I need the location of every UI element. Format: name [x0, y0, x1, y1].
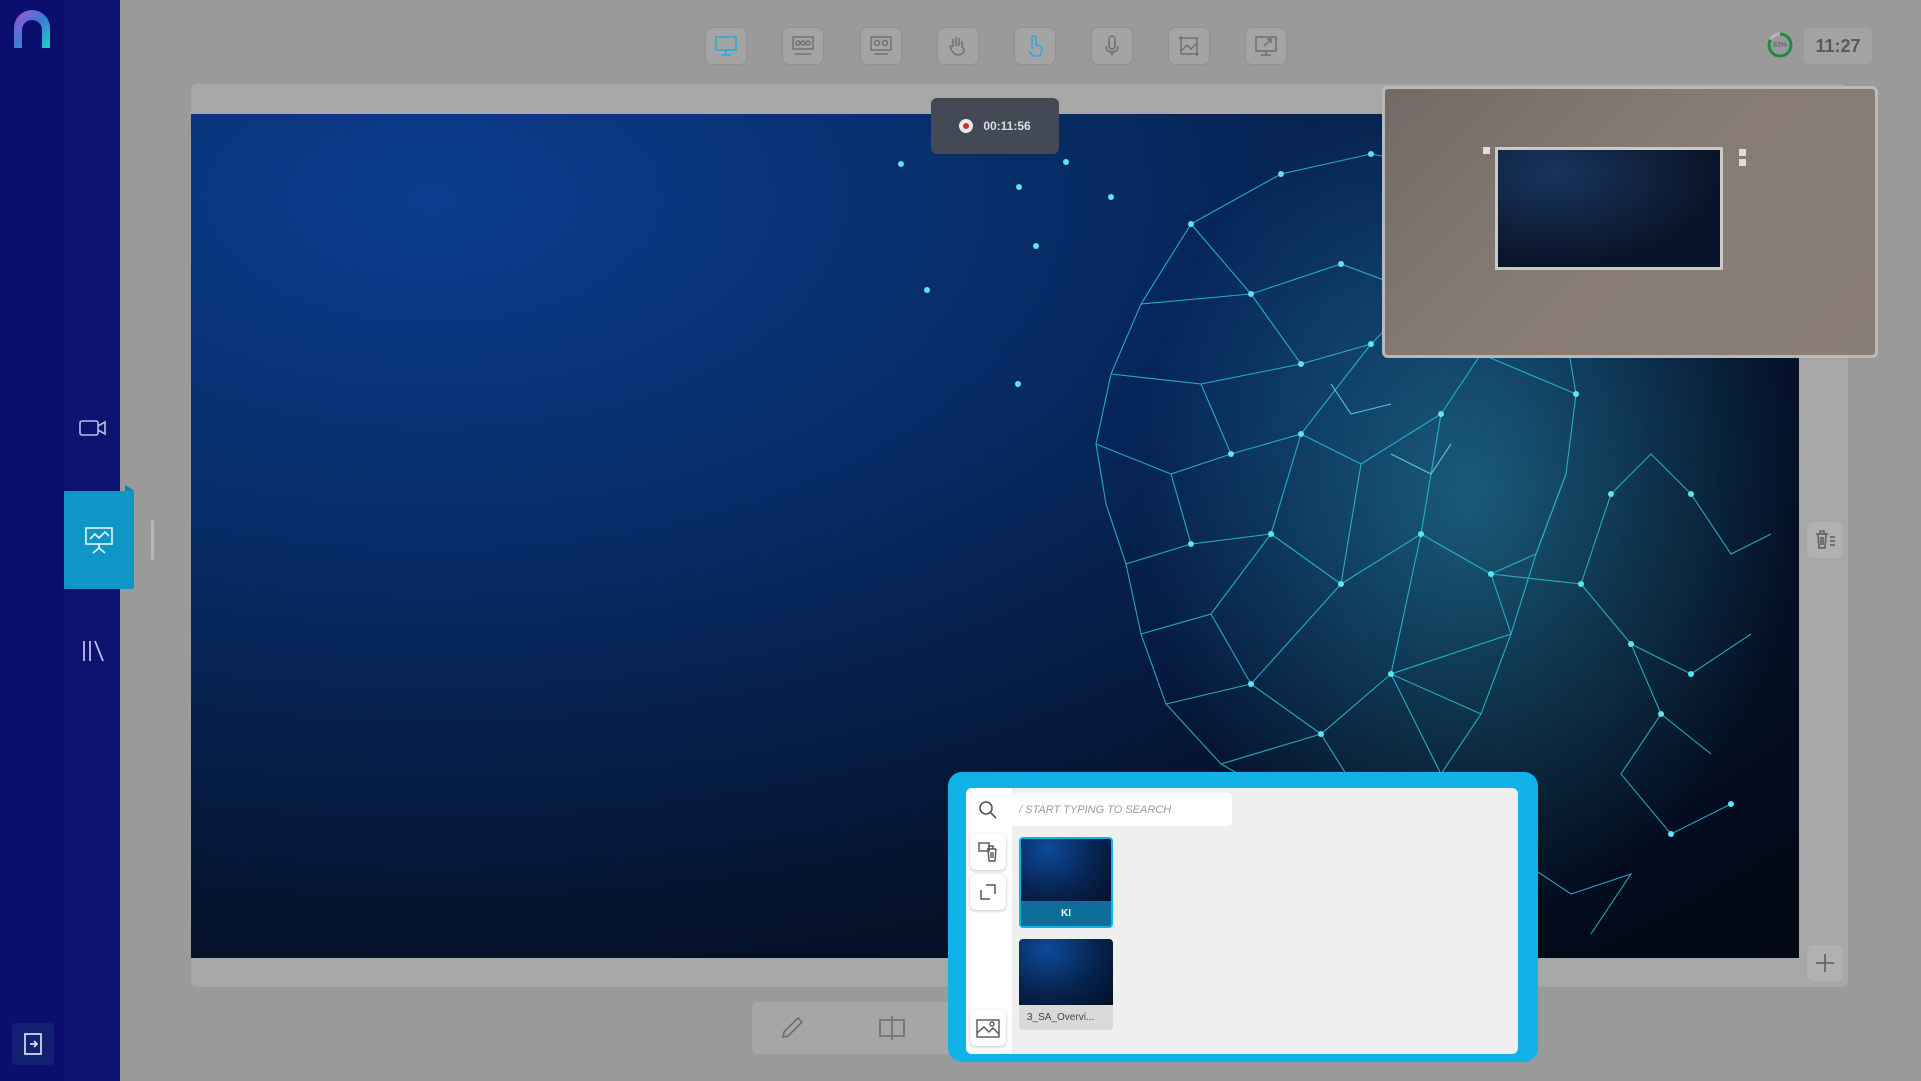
image-gallery-button[interactable] — [970, 1010, 1006, 1046]
toolbar-share-screen-button[interactable] — [1246, 28, 1286, 64]
clock: 11:27 — [1804, 28, 1872, 64]
camera-captured-screen — [1495, 147, 1723, 270]
audience-view-icon — [792, 36, 814, 55]
image-crop-icon — [1179, 36, 1199, 56]
image-gallery-icon — [976, 1019, 1000, 1038]
plus-icon — [1816, 954, 1834, 972]
sidebar-item-presentation[interactable] — [64, 491, 134, 589]
draw-pen-button[interactable] — [772, 1010, 812, 1046]
battery-label: 83% — [1772, 41, 1787, 49]
search-icon — [979, 801, 997, 819]
camera-preview[interactable] — [1382, 86, 1878, 358]
slide-thumbnail-image — [1019, 939, 1113, 1005]
record-dot-icon — [959, 119, 974, 133]
share-screen-icon — [1255, 36, 1277, 56]
raise-hand-icon — [949, 37, 965, 56]
left-rail — [0, 0, 65, 1081]
slide-search-input[interactable] — [1009, 793, 1232, 826]
toolbar-group-button[interactable] — [861, 28, 901, 64]
toolbar-audience-button[interactable] — [783, 28, 823, 64]
recording-time: 00:11:56 — [983, 119, 1031, 133]
expand-icon — [980, 884, 996, 900]
toolbar-present-button[interactable] — [706, 28, 746, 64]
toolbar-raise-hand-button[interactable] — [938, 28, 978, 64]
slide-thumbnail[interactable]: KI — [1019, 837, 1113, 928]
camera-marker — [1739, 159, 1746, 166]
battery-indicator: 83% — [1766, 31, 1794, 59]
slide-picker-body: KI 3_SA_Overvi... — [966, 788, 1518, 1054]
presentation-board-icon — [85, 527, 113, 554]
slide-thumbnail-label: 3_SA_Overvi... — [1019, 1005, 1113, 1030]
copy-delete-button[interactable] — [970, 834, 1006, 870]
add-slide-button[interactable] — [1807, 945, 1843, 981]
camera-marker — [1483, 147, 1490, 154]
microphone-icon — [1105, 35, 1119, 56]
pen-icon — [782, 1016, 804, 1038]
logout-icon — [24, 1033, 42, 1055]
toolbar-microphone-button[interactable] — [1092, 28, 1132, 64]
present-screen-icon — [715, 36, 737, 56]
toolbar-image-crop-button[interactable] — [1169, 28, 1209, 64]
split-view-icon — [879, 1016, 905, 1040]
sidebar-item-video[interactable] — [72, 407, 114, 449]
camera-marker — [1739, 149, 1746, 156]
slide-thumbnail[interactable]: 3_SA_Overvi... — [1019, 939, 1113, 1030]
picker-search-button[interactable] — [970, 792, 1006, 828]
slide-thumbnail-image — [1021, 839, 1111, 905]
app-logo[interactable] — [10, 8, 54, 50]
delete-slides-button[interactable] — [1807, 522, 1843, 558]
slide-thumbnail-label: KI — [1021, 901, 1111, 926]
split-view-button[interactable] — [872, 1010, 912, 1046]
sidebar-resize-handle[interactable] — [151, 520, 154, 560]
sidebar-item-library[interactable] — [72, 630, 114, 672]
library-books-icon — [83, 640, 104, 662]
group-view-icon — [870, 36, 892, 55]
expand-button[interactable] — [970, 874, 1006, 910]
camera-screen-image — [1498, 150, 1720, 267]
copy-delete-icon — [978, 842, 997, 862]
slide-picker-panel: KI 3_SA_Overvi... — [948, 772, 1538, 1062]
trash-list-icon — [1816, 530, 1835, 549]
logout-button[interactable] — [12, 1023, 54, 1065]
video-camera-icon — [79, 420, 106, 436]
recording-timer[interactable]: 00:11:56 — [931, 98, 1059, 154]
toolbar-pointer-button[interactable] — [1015, 28, 1055, 64]
pointer-touch-icon — [1028, 35, 1044, 57]
